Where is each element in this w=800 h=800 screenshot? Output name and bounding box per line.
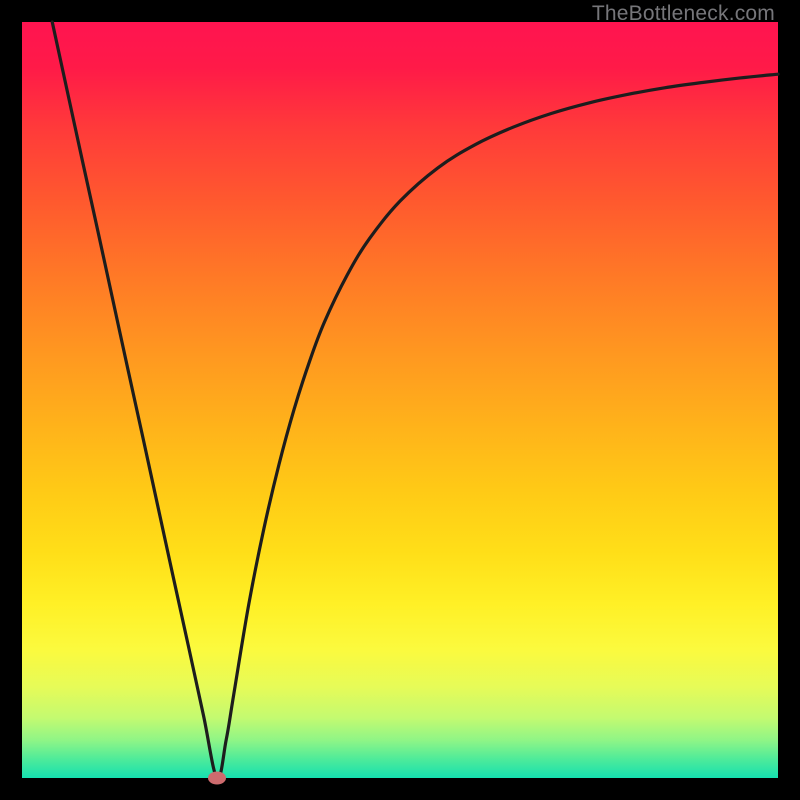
optimum-marker — [208, 772, 226, 785]
bottleneck-curve — [22, 22, 778, 778]
chart-frame: TheBottleneck.com — [0, 0, 800, 800]
curve-path — [52, 22, 778, 778]
plot-area — [22, 22, 778, 778]
watermark-text: TheBottleneck.com — [592, 2, 775, 26]
